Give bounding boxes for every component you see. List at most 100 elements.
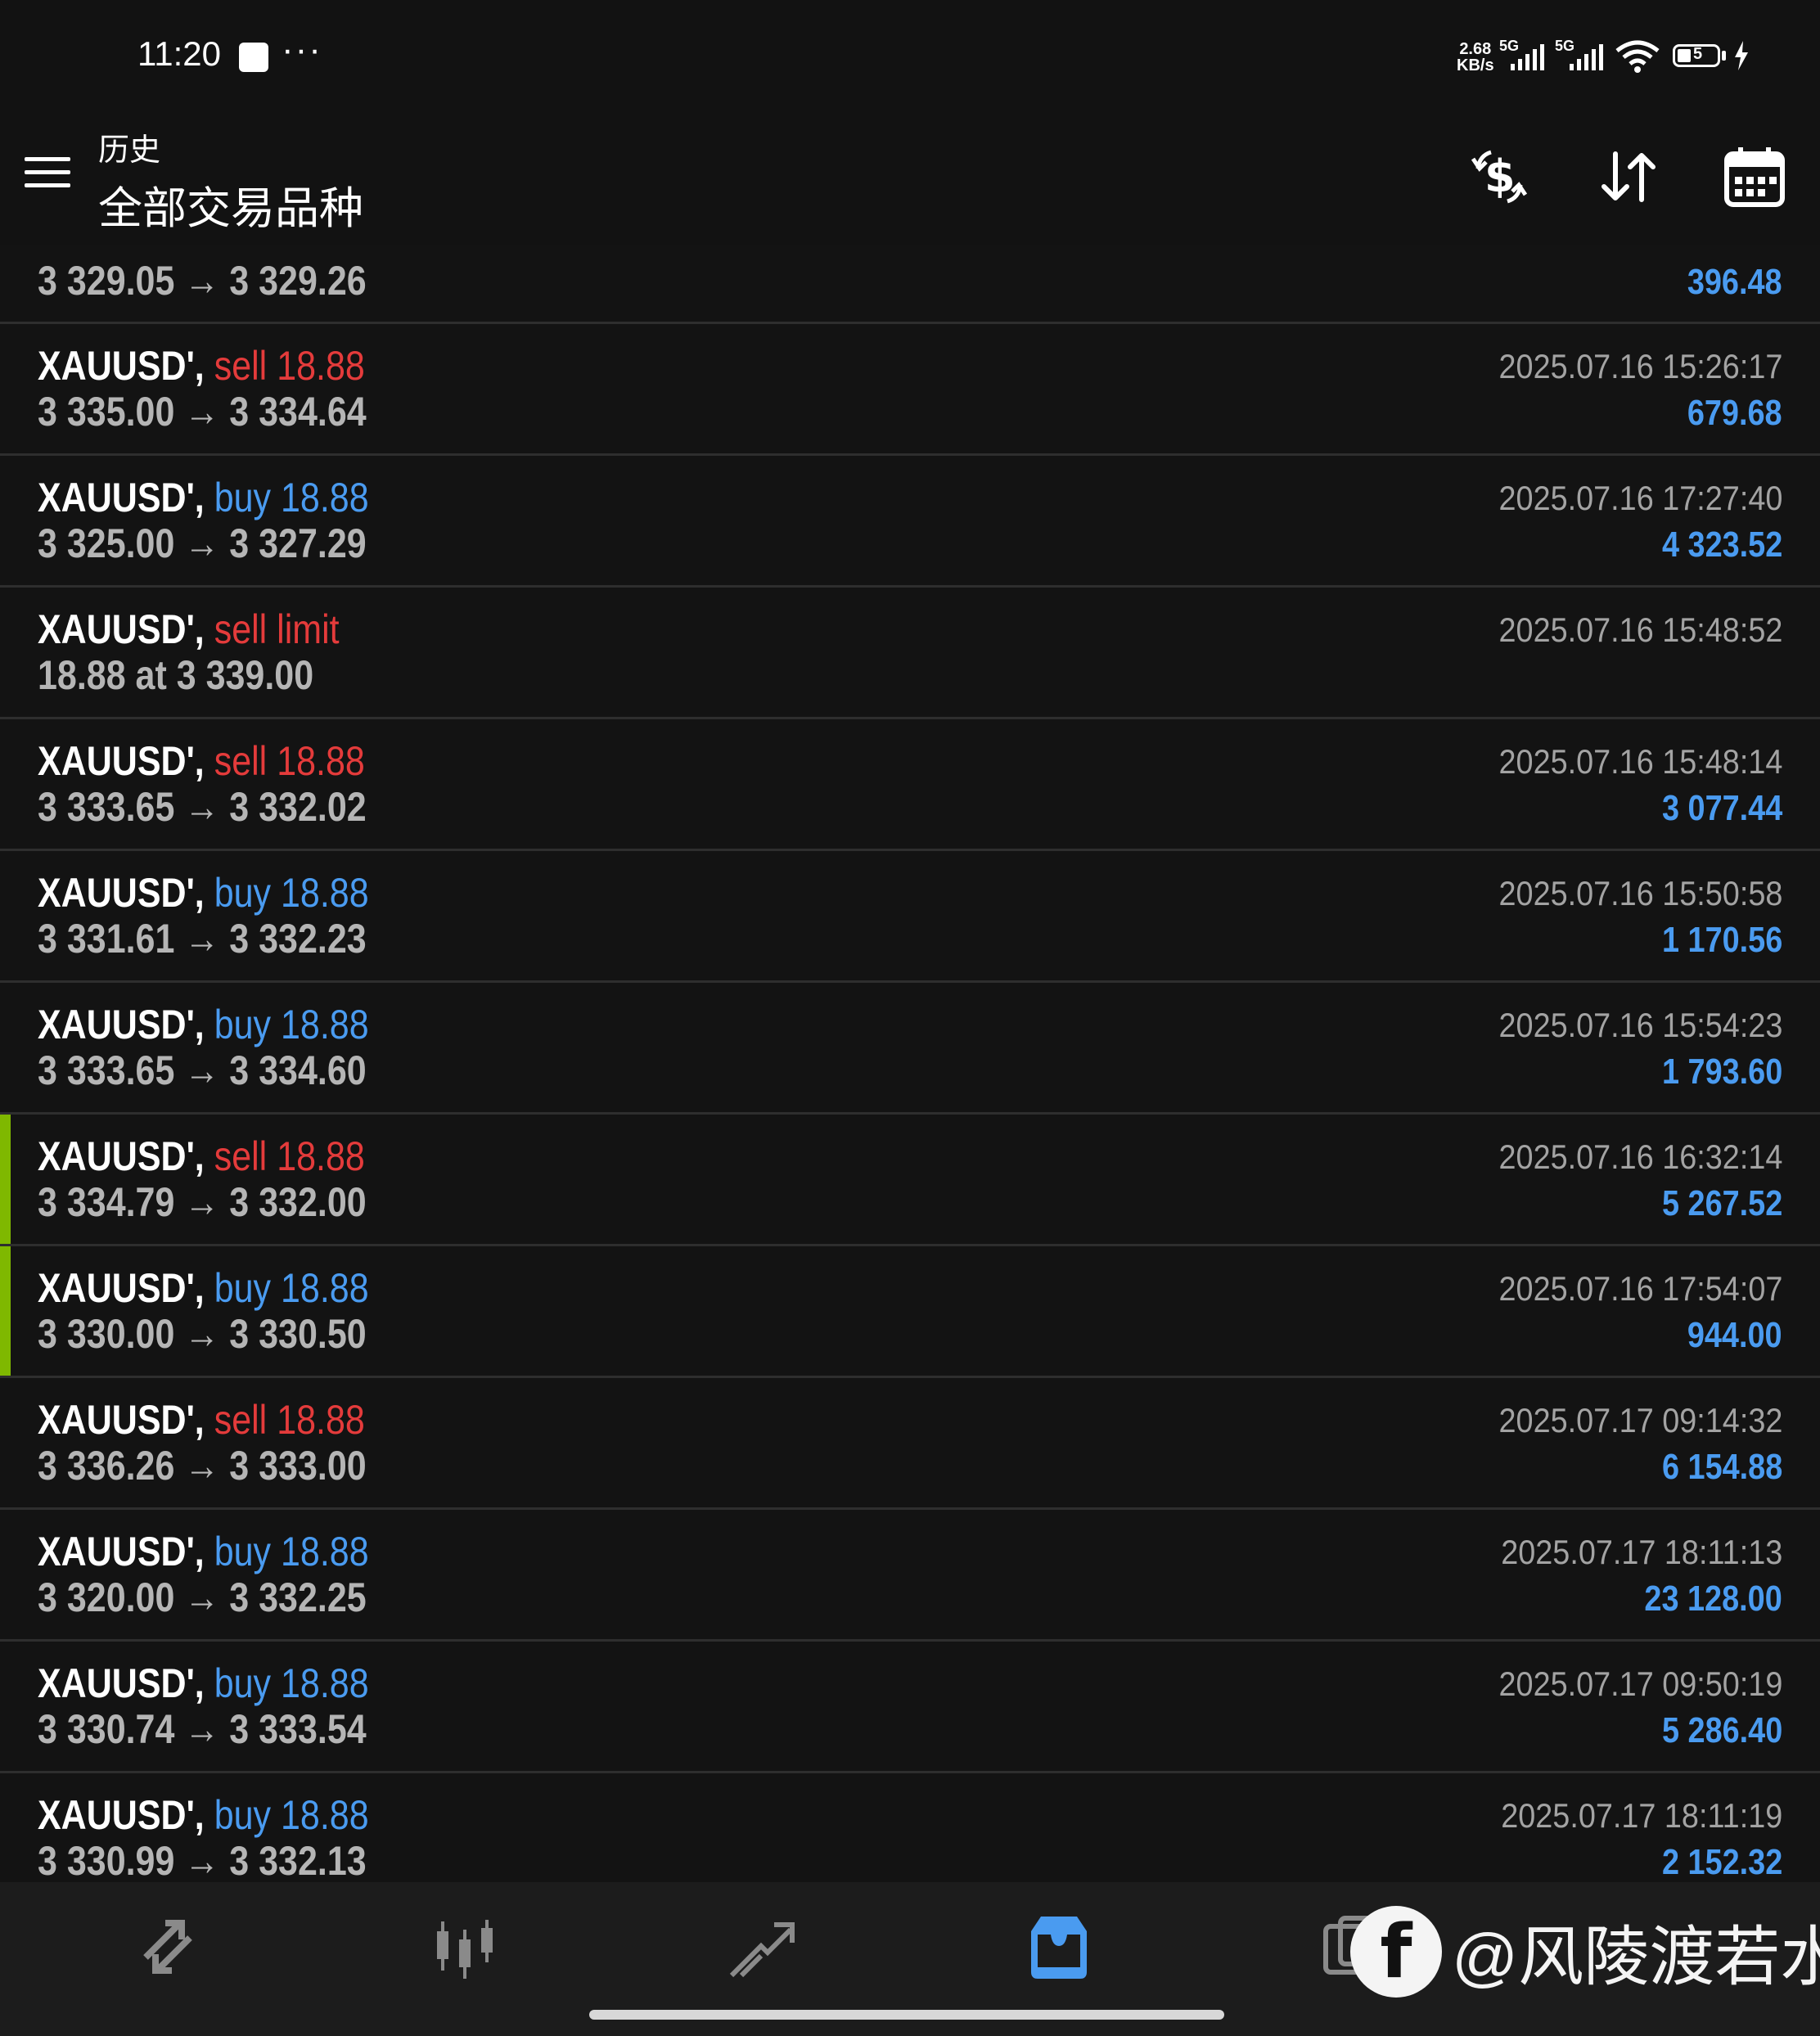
trade-row[interactable]: XAUUSD', buy 18.88 3 320.00 → 3 332.25 2… <box>0 1510 1820 1642</box>
app-toolbar: 历史 全部交易品种 $ <box>0 115 1820 245</box>
page-title[interactable]: 全部交易品种 <box>98 172 363 236</box>
trade-time: 2025.07.16 15:50:58 <box>1498 874 1782 912</box>
trade-prices: 3 325.00 → 3 327.29 <box>38 520 367 566</box>
trade-symbol: XAUUSD', <box>38 343 205 389</box>
trade-volume: 18.88 <box>277 343 365 389</box>
trade-volume: 18.88 <box>277 1133 365 1179</box>
trade-side: sell <box>214 738 268 784</box>
trade-row[interactable]: XAUUSD', buy 18.88 3 330.99 → 3 332.13 2… <box>0 1773 1820 1882</box>
history-icon[interactable] <box>1018 1907 1100 1989</box>
trade-row[interactable]: XAUUSD', buy 18.88 3 325.00 → 3 327.29 2… <box>0 456 1820 588</box>
trade-profit: 2 152.32 <box>1661 1842 1782 1882</box>
trade-title: XAUUSD', sell 18.88 <box>38 1396 365 1444</box>
calendar-icon[interactable] <box>1722 144 1787 209</box>
trade-time: 2025.07.16 15:26:17 <box>1498 347 1782 385</box>
trade-prices: 3 330.00 → 3 330.50 <box>38 1311 367 1357</box>
svg-text:$: $ <box>1484 151 1516 202</box>
trade-volume: 18.88 <box>281 1660 369 1706</box>
trade-volume: 18.88 <box>281 1529 369 1574</box>
trade-side: buy <box>214 1529 272 1574</box>
chart-icon[interactable] <box>424 1907 506 1989</box>
network-speed-unit: KB/s <box>1457 56 1494 74</box>
trade-side: sell <box>214 343 268 389</box>
trade-icon[interactable] <box>720 1907 802 1989</box>
trade-time: 2025.07.16 15:48:14 <box>1498 742 1782 781</box>
trade-time: 2025.07.16 15:54:23 <box>1498 1006 1782 1044</box>
network-speed-value: 2.68 <box>1459 40 1492 58</box>
wifi-icon <box>1615 40 1660 73</box>
trade-time: 2025.07.16 15:48:52 <box>1498 610 1782 649</box>
trade-row[interactable]: XAUUSD', buy 18.88 3 331.61 → 3 332.23 2… <box>0 851 1820 983</box>
quotes-icon[interactable] <box>128 1907 209 1989</box>
home-indicator[interactable] <box>589 2010 1224 2020</box>
bottom-navigation: f @风陵渡若水 <box>0 1882 1820 2036</box>
trade-row-highlighted[interactable]: XAUUSD', buy 18.88 3 330.00 → 3 330.50 2… <box>0 1246 1820 1378</box>
trade-prices: 3 336.26 → 3 333.00 <box>38 1443 367 1489</box>
trade-profit: 5 267.52 <box>1661 1183 1782 1223</box>
trade-volume: 18.88 <box>281 475 369 520</box>
trade-side: buy <box>214 1265 272 1311</box>
trade-profit: 679.68 <box>1687 393 1782 433</box>
trade-row[interactable]: XAUUSD', sell limit 18.88 at 3 339.00 20… <box>0 588 1820 719</box>
trade-symbol: XAUUSD', <box>38 1002 205 1047</box>
trade-profit: 3 077.44 <box>1661 788 1782 828</box>
watermark-text: @风陵渡若水 <box>1452 1921 1820 1993</box>
signal-5g-second-icon: 5G <box>1555 39 1603 70</box>
trade-side: buy <box>214 475 272 520</box>
trade-row[interactable]: XAUUSD', buy 18.88 3 330.74 → 3 333.54 2… <box>0 1642 1820 1773</box>
trade-profit: 944.00 <box>1687 1315 1782 1355</box>
trade-symbol: XAUUSD', <box>38 1133 205 1179</box>
trade-symbol: XAUUSD', <box>38 1660 205 1706</box>
trade-prices: 3 333.65 → 3 332.02 <box>38 784 367 830</box>
trade-prices: 3 330.74 → 3 333.54 <box>38 1706 367 1752</box>
list-item-partial[interactable]: 3 329.05 → 3 329.26 396.48 <box>0 245 1820 324</box>
trade-symbol: XAUUSD', <box>38 1265 205 1311</box>
trade-title: XAUUSD', sell 18.88 <box>38 342 365 390</box>
trade-time: 2025.07.17 18:11:13 <box>1500 1533 1782 1571</box>
trade-side: buy <box>214 870 272 916</box>
trade-profit: 4 323.52 <box>1661 525 1782 565</box>
trade-profit: 1 793.60 <box>1661 1052 1782 1092</box>
trade-side: buy <box>214 1002 272 1047</box>
trade-symbol: XAUUSD', <box>38 475 205 520</box>
trade-title: XAUUSD', buy 18.88 <box>38 1660 369 1707</box>
trade-title: XAUUSD', sell limit <box>38 606 340 653</box>
page-subtitle: 历史 <box>98 133 161 168</box>
clock: 11:20 <box>137 34 221 73</box>
trade-prices: 3 329.05 → 3 329.26 <box>38 258 367 304</box>
history-list[interactable]: 3 329.05 → 3 329.26 396.48 XAUUSD', sell… <box>0 245 1820 1882</box>
trade-symbol: XAUUSD', <box>38 1529 205 1574</box>
trade-time: 2025.07.16 17:54:07 <box>1498 1269 1782 1308</box>
trade-profit: 6 154.88 <box>1661 1447 1782 1487</box>
trade-title: XAUUSD', buy 18.88 <box>38 1264 369 1312</box>
trade-profit: 1 170.56 <box>1661 920 1782 960</box>
notification-icon <box>239 43 268 72</box>
trade-row[interactable]: XAUUSD', sell 18.88 3 336.26 → 3 333.00 … <box>0 1378 1820 1510</box>
currency-exchange-icon[interactable]: $ <box>1466 144 1532 209</box>
trade-side: sell limit <box>214 606 340 652</box>
trade-time: 2025.07.17 09:14:32 <box>1498 1401 1782 1439</box>
watermark: f @风陵渡若水 <box>1350 1906 1820 1998</box>
battery-icon: 5 <box>1673 44 1720 67</box>
trade-row[interactable]: XAUUSD', sell 18.88 3 333.65 → 3 332.02 … <box>0 719 1820 851</box>
trade-row-highlighted[interactable]: XAUUSD', sell 18.88 3 334.79 → 3 332.00 … <box>0 1115 1820 1246</box>
trade-volume: 18.88 <box>277 1397 365 1443</box>
trade-volume: 18.88 <box>281 1002 369 1047</box>
trade-time: 2025.07.17 09:50:19 <box>1498 1664 1782 1703</box>
trade-time: 2025.07.16 16:32:14 <box>1498 1137 1782 1176</box>
trade-symbol: XAUUSD', <box>38 870 205 916</box>
weibo-logo-icon: f <box>1350 1906 1442 1998</box>
trade-title: XAUUSD', buy 18.88 <box>38 1528 369 1575</box>
trade-row[interactable]: XAUUSD', buy 18.88 3 333.65 → 3 334.60 2… <box>0 983 1820 1115</box>
trade-side: sell <box>214 1397 268 1443</box>
battery-nub <box>1722 51 1726 61</box>
trade-prices: 3 335.00 → 3 334.64 <box>38 389 367 435</box>
menu-icon[interactable] <box>25 154 72 190</box>
sort-icon[interactable] <box>1596 144 1661 209</box>
signal-5g-icon: 5G <box>1499 39 1544 70</box>
signal-5g-label: 5G <box>1499 39 1519 54</box>
trade-profit: 396.48 <box>1687 262 1782 302</box>
order-details: 18.88 at 3 339.00 <box>38 652 314 698</box>
trade-prices: 3 334.79 → 3 332.00 <box>38 1179 367 1225</box>
trade-row[interactable]: XAUUSD', sell 18.88 3 335.00 → 3 334.64 … <box>0 324 1820 456</box>
